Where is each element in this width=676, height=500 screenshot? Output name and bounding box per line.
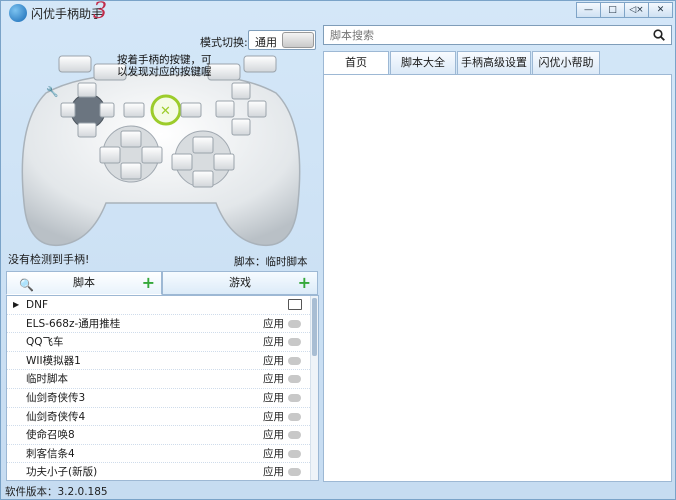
gamepad-icon: [288, 375, 301, 384]
apply-button[interactable]: 应用: [263, 370, 284, 388]
apply-button[interactable]: 应用: [263, 445, 284, 463]
gamepad-icon: [288, 338, 301, 347]
add-script-icon[interactable]: +: [142, 275, 155, 291]
dpad-down[interactable]: [120, 162, 142, 180]
app-logo-icon: [9, 4, 27, 22]
dpad-left[interactable]: [99, 146, 121, 164]
tab-advanced-settings[interactable]: 手柄高级设置: [457, 51, 531, 74]
list-item[interactable]: 仙剑奇侠传3 应用: [7, 389, 318, 408]
tab-script-library[interactable]: 脚本大全: [390, 51, 456, 74]
mute-button[interactable]: ◁×: [624, 2, 649, 18]
tab-home[interactable]: 首页: [323, 51, 389, 75]
title-bar: 闪优手柄助手 3 — □ ◁× ✕: [1, 0, 675, 24]
list-item[interactable]: 仙剑奇侠传4 应用: [7, 408, 318, 427]
apply-button[interactable]: 应用: [263, 315, 284, 333]
right-trigger-button[interactable]: [207, 63, 241, 81]
gamepad-icon: [288, 319, 301, 328]
list-item[interactable]: 使命召唤8 应用: [7, 426, 318, 445]
back-button[interactable]: [123, 102, 145, 118]
search-input[interactable]: [324, 26, 644, 44]
left-bumper-button[interactable]: [58, 55, 92, 73]
current-script-label: 脚本：临时脚本: [234, 256, 308, 268]
gamepad-icon: [288, 393, 301, 402]
gamepad-icon: [288, 356, 301, 365]
search-icon[interactable]: [653, 29, 665, 41]
tab-games[interactable]: 游戏 +: [162, 271, 318, 295]
svg-text:🔧: 🔧: [46, 85, 58, 98]
list-item[interactable]: 刺客信条4 应用: [7, 445, 318, 464]
version-label: 软件版本：3.2.0.185: [5, 486, 108, 498]
apply-button[interactable]: 应用: [263, 352, 284, 370]
list-item[interactable]: ELS-668z-通用推桂 应用: [7, 315, 318, 334]
close-button[interactable]: ✕: [648, 2, 673, 18]
apply-button[interactable]: 应用: [263, 333, 284, 351]
a-button[interactable]: [231, 118, 251, 136]
minimize-button[interactable]: —: [576, 2, 601, 18]
list-item[interactable]: WII模拟器1 应用: [7, 352, 318, 371]
gamepad-icon: [288, 412, 301, 421]
controller-hint: 按着手柄的按键，可 以发现对应的按键喔: [117, 54, 212, 78]
tab-content-panel: [323, 74, 672, 482]
right-tab-bar: 首页 脚本大全 手柄高级设置 闪优小帮助: [323, 51, 601, 75]
list-item[interactable]: 临时脚本 应用: [7, 370, 318, 389]
apply-button[interactable]: 应用: [263, 389, 284, 407]
controller-illustration: 🔧 ✕: [21, 55, 301, 247]
script-list: ▶ DNF ELS-668z-通用推桂 应用 QQ飞车 应用 WII模拟器1 应用 临…: [6, 295, 319, 481]
list-item[interactable]: QQ飞车 应用: [7, 333, 318, 352]
script-search: [323, 25, 672, 45]
device-status: 没有检测到手柄!: [8, 253, 90, 266]
list-scrollbar[interactable]: [310, 296, 318, 480]
apply-button[interactable]: 应用: [263, 408, 284, 426]
apply-button[interactable]: 应用: [263, 463, 284, 480]
mode-toggle-button[interactable]: [282, 32, 314, 48]
gamepad-icon: [288, 468, 301, 477]
list-item[interactable]: 功夫小子(新版) 应用: [7, 463, 318, 480]
app-version-mark: 3: [93, 0, 107, 24]
tab-help[interactable]: 闪优小帮助: [532, 51, 600, 74]
mode-switch-label: 模式切换:: [200, 36, 248, 49]
b-button[interactable]: [247, 100, 267, 118]
gamepad-icon: [288, 431, 301, 440]
mode-value: 通用: [255, 36, 277, 49]
search-icon[interactable]: 🔍: [19, 274, 34, 296]
mode-select[interactable]: 通用: [248, 30, 316, 50]
x-button[interactable]: [215, 100, 235, 118]
restore-button[interactable]: □: [600, 2, 625, 18]
add-game-icon[interactable]: +: [298, 275, 311, 291]
app-window: 闪优手柄助手 3 — □ ◁× ✕ 模式切换: 通用 🔧 ✕ 按着手柄的按键，可…: [0, 0, 676, 500]
folder-icon[interactable]: [288, 299, 302, 310]
start-button[interactable]: [180, 102, 202, 118]
dpad-up[interactable]: [120, 130, 142, 148]
list-group[interactable]: ▶ DNF: [7, 296, 318, 315]
y-button[interactable]: [231, 82, 251, 100]
tab-scripts[interactable]: 🔍 脚本 +: [6, 271, 162, 295]
gamepad-icon: [288, 449, 301, 458]
right-bumper-button[interactable]: [243, 55, 277, 73]
expand-icon[interactable]: ▶: [13, 296, 19, 314]
left-tab-bar: 🔍 脚本 + 游戏 +: [6, 271, 318, 295]
apply-button[interactable]: 应用: [263, 426, 284, 444]
scroll-thumb[interactable]: [312, 298, 317, 356]
svg-text:✕: ✕: [160, 104, 171, 119]
window-controls: — □ ◁× ✕: [576, 2, 673, 18]
dpad-right[interactable]: [141, 146, 163, 164]
